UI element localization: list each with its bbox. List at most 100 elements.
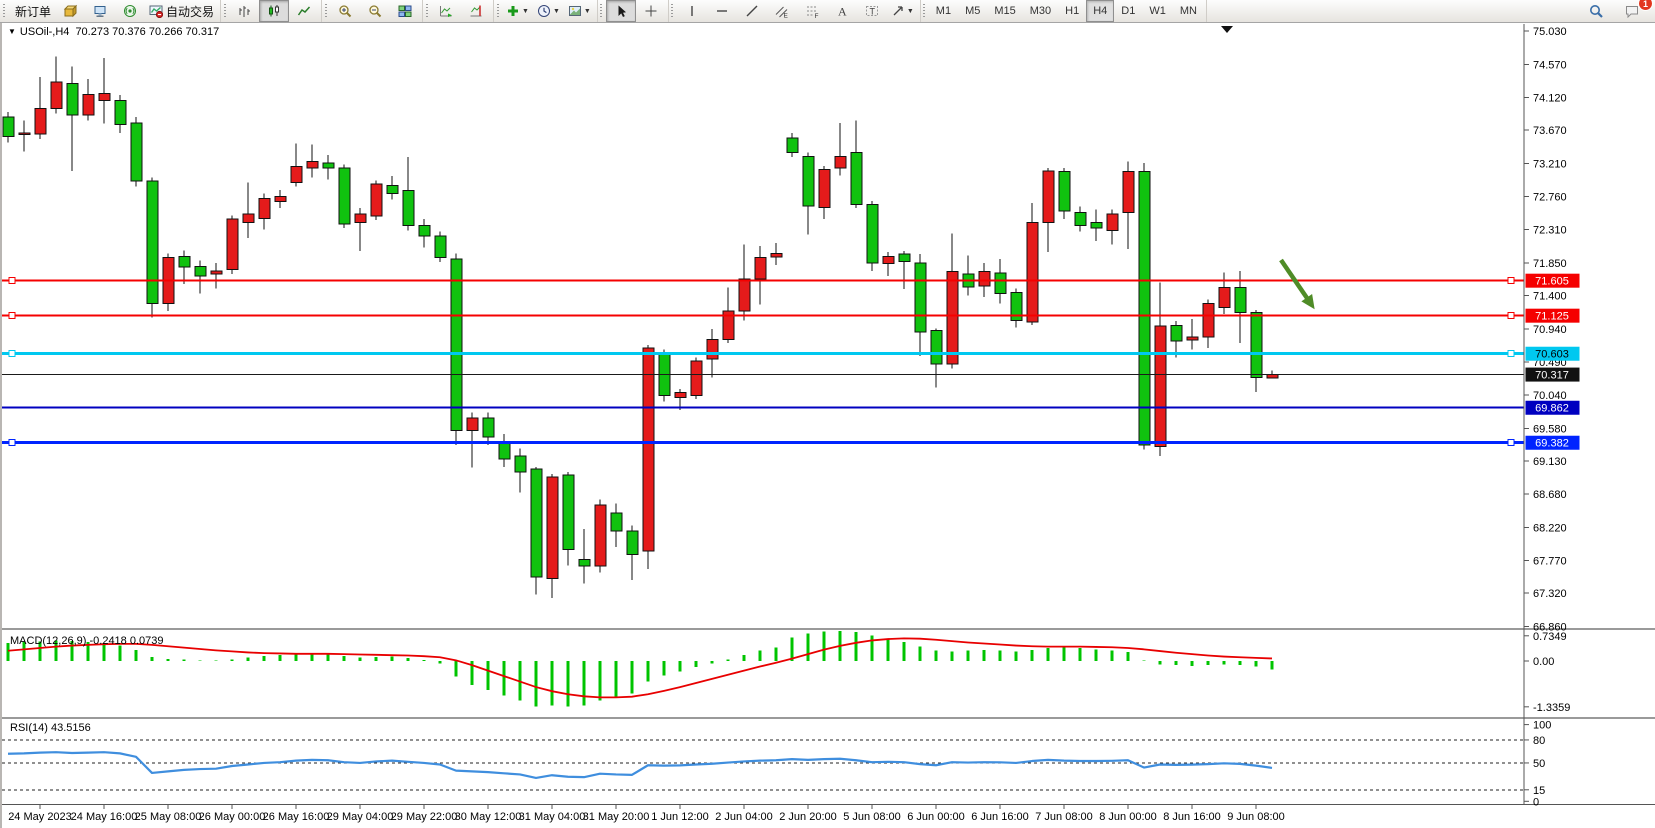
fibonacci-button[interactable]: F [797,0,827,22]
macd-indicator-label: MACD(12,26,9) -0.2418 0.0739 [10,635,164,647]
bull-candle [99,94,110,101]
bear-candle [147,181,158,303]
bear-candle [803,156,814,206]
new-order-button[interactable]: 新订单 [8,0,55,22]
bear-candle [1235,288,1246,313]
timeframe-d1-button[interactable]: D1 [1114,0,1142,22]
bear-candle [435,236,446,258]
auto-scroll-button[interactable] [431,0,461,22]
indicators-button[interactable]: ▼ [502,0,533,22]
toolbar-group-4: ▼ ▼ ▼ [494,0,598,22]
timeframe-m30-button[interactable]: M30 [1023,0,1058,22]
svg-text:69.580: 69.580 [1533,423,1567,435]
templates-button[interactable]: ▼ [564,0,595,22]
bear-candle [131,123,142,181]
periods-icon [537,4,551,18]
timeframe-h4-button[interactable]: H4 [1086,0,1114,22]
svg-text:6 Jun 16:00: 6 Jun 16:00 [971,811,1029,823]
candlestick-chart-button[interactable] [259,0,289,22]
support-line-blue[interactable] [2,440,1524,446]
chart-canvas[interactable]: 75.03074.57074.12073.67073.21072.76072.3… [2,22,1655,828]
bar-chart-button[interactable] [229,0,259,22]
trendline-button[interactable] [737,0,767,22]
svg-text:69.382: 69.382 [1535,438,1569,450]
svg-text:29 May 04:00: 29 May 04:00 [327,811,394,823]
bear-candle [3,117,14,137]
dropdown-arrow-icon[interactable]: ▼ [522,8,529,15]
line-handle [9,440,15,446]
dropdown-arrow-icon[interactable]: ▼ [907,8,914,15]
bull-candle [275,196,286,201]
svg-text:68.680: 68.680 [1533,489,1567,501]
chart-object-marker[interactable] [1221,26,1233,33]
zoom-out-button[interactable] [360,0,390,22]
svg-text:70.603: 70.603 [1535,349,1569,361]
chart-shift-button[interactable] [461,0,491,22]
crosshair-button[interactable] [636,0,666,22]
line-handle [1508,440,1514,446]
pivot-line-cyan[interactable] [2,351,1524,357]
terminal-icon-button[interactable] [85,0,115,22]
chart-window[interactable]: 75.03074.57074.12073.67073.21072.76072.3… [0,22,1655,828]
dropdown-arrow-icon[interactable]: ▼ [584,8,591,15]
svg-text:100: 100 [1533,720,1551,732]
resistance-line-lower[interactable] [2,313,1524,319]
macd-signal-value: 0.0739 [130,635,164,647]
macd-signal-line [8,638,1272,697]
toolbar-right-icons: 1 [1581,0,1655,22]
tile-windows-button[interactable] [390,0,420,22]
svg-text:1 Jun 12:00: 1 Jun 12:00 [651,811,709,823]
auto-trading-button[interactable]: 自动交易 [145,0,218,22]
bear-candle [339,168,350,224]
bear-candle [515,456,526,472]
bear-candle [67,83,78,114]
line-chart-icon [297,4,311,18]
bear-candle [1075,213,1086,226]
line-chart-button[interactable] [289,0,319,22]
dropdown-arrow-icon[interactable]: ▼ [553,8,560,15]
zoom-in-button[interactable] [330,0,360,22]
text-button[interactable]: A [827,0,857,22]
chart-title-dropdown-icon[interactable]: ▼ [8,27,16,36]
svg-text:0: 0 [1533,796,1539,808]
strategy-tester-icon-button[interactable] [115,0,145,22]
svg-text:29 May 22:00: 29 May 22:00 [391,811,458,823]
timeframe-w1-button[interactable]: W1 [1142,0,1173,22]
bull-candle [227,219,238,269]
svg-text:15: 15 [1533,785,1545,797]
cursor-button[interactable] [606,0,636,22]
horizontal-line-icon [715,4,729,18]
rsi-pane: 1008050150 [2,720,1551,809]
timeframe-m1-button[interactable]: M1 [929,0,958,22]
svg-text:0.00: 0.00 [1533,656,1554,668]
svg-text:7 Jun 08:00: 7 Jun 08:00 [1035,811,1093,823]
bear-candle [915,263,926,332]
bear-candle [1251,312,1262,377]
shapes-button[interactable]: ▼ [887,0,918,22]
timeframe-mn-button[interactable]: MN [1173,0,1204,22]
svg-text:24 May 16:00: 24 May 16:00 [71,811,138,823]
text-label-button[interactable]: T [857,0,887,22]
vertical-line-button[interactable] [677,0,707,22]
svg-text:-1.3359: -1.3359 [1533,702,1570,714]
bull-candle [243,214,254,223]
svg-text:67.770: 67.770 [1533,555,1567,567]
search-icon-button[interactable] [1581,0,1611,22]
periods-button[interactable]: ▼ [533,0,564,22]
svg-text:25 May 08:00: 25 May 08:00 [135,811,202,823]
candlestick-chart-icon [267,4,281,18]
templates-icon [568,4,582,18]
new-chart-icon-button[interactable] [55,0,85,22]
bear-candle [1139,172,1150,445]
vertical-line-icon [685,4,699,18]
bull-candle [291,167,302,183]
horizontal-line-button[interactable] [707,0,737,22]
pane-frames [2,24,1655,805]
timeframe-m5-button[interactable]: M5 [958,0,987,22]
svg-text:8 Jun 16:00: 8 Jun 16:00 [1163,811,1221,823]
timeframe-m15-button[interactable]: M15 [987,0,1022,22]
equidistant-channel-button[interactable]: E [767,0,797,22]
timeframe-h1-button[interactable]: H1 [1058,0,1086,22]
down-trend-arrow[interactable] [1281,260,1315,309]
notifications-icon-button[interactable]: 1 [1617,0,1647,22]
